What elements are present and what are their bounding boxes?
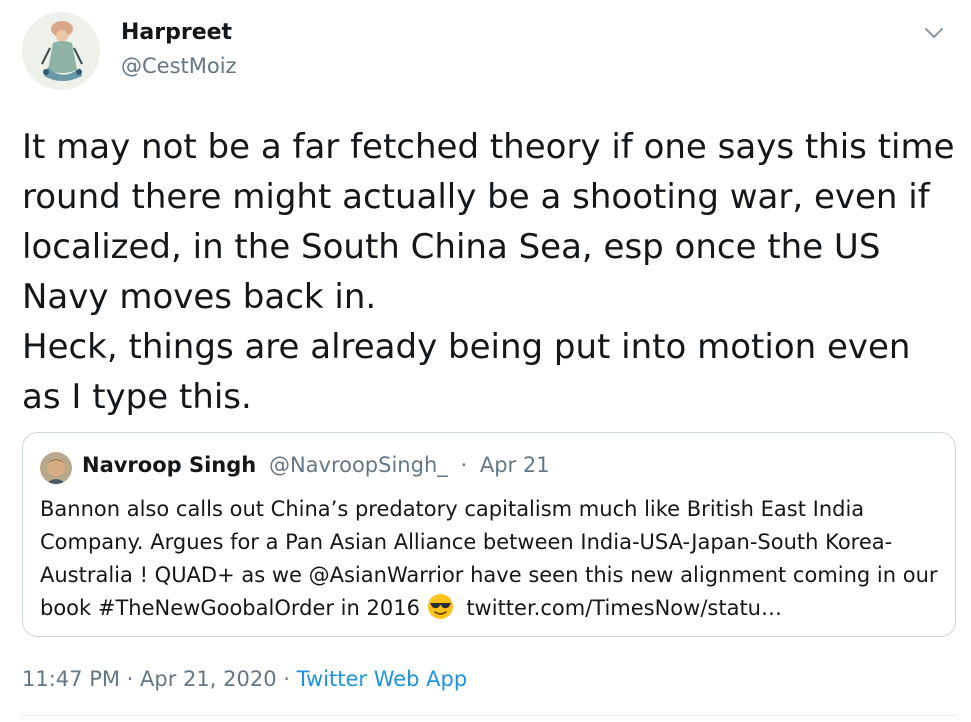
author-handle[interactable]: @CestMoiz (121, 54, 237, 78)
tweet-source-app[interactable]: Twitter Web App (297, 667, 468, 691)
quoted-tweet-header: Navroop Singh @NavroopSingh_ · Apr 21 (82, 453, 550, 477)
quoted-author-avatar[interactable] (40, 452, 72, 484)
quoted-author-handle[interactable]: @NavroopSingh_ (269, 453, 448, 477)
tweet-time[interactable]: 11:47 PM (22, 667, 120, 691)
author-avatar-image (22, 12, 100, 90)
quoted-tweet[interactable]: Navroop Singh @NavroopSingh_ · Apr 21 Ba… (22, 432, 956, 637)
tweet-text: It may not be a far fetched theory if on… (22, 127, 955, 417)
tweet-meta: 11:47 PM · Apr 21, 2020 · Twitter Web Ap… (22, 667, 467, 691)
tweet-date[interactable]: Apr 21, 2020 (140, 667, 277, 691)
quoted-tweet-date[interactable]: Apr 21 (480, 453, 550, 477)
quoted-tweet-text: Bannon also calls out China’s predatory … (40, 493, 945, 625)
meta-separator-2: · (283, 667, 290, 691)
quoted-tweet-link[interactable]: twitter.com/TimesNow/statu… (466, 596, 782, 620)
quoted-separator: · (460, 453, 468, 477)
author-name[interactable]: Harpreet (121, 20, 232, 45)
meta-separator-1: · (126, 667, 134, 691)
divider (22, 715, 957, 716)
chevron-down-icon[interactable] (921, 24, 947, 42)
author-avatar[interactable] (22, 12, 100, 90)
sunglasses-emoji-icon (427, 593, 454, 620)
quoted-author-name[interactable]: Navroop Singh (82, 453, 256, 477)
